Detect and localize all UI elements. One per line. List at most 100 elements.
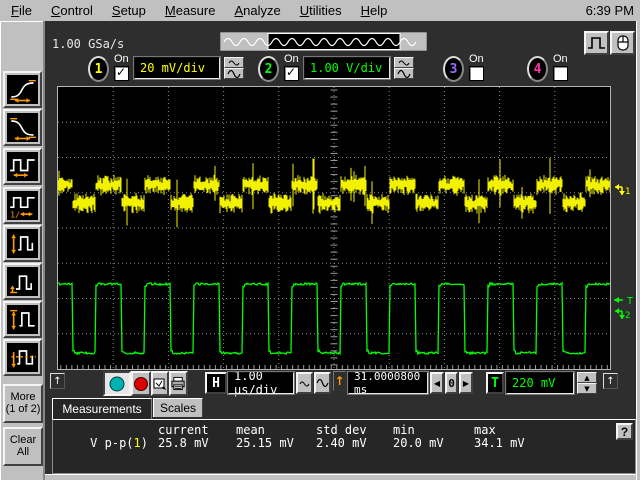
channel-1-scale-down-button[interactable]	[224, 68, 244, 79]
menu-utilities[interactable]: Utilities	[298, 2, 350, 19]
trigger-position-button[interactable]: ↑	[333, 371, 346, 391]
more-measurements-button[interactable]: More (1 of 2)	[3, 384, 43, 423]
tab-scales[interactable]: Scales	[153, 398, 203, 417]
tab-measurements[interactable]: Measurements	[52, 398, 152, 419]
measure-vmax-button[interactable]	[3, 301, 42, 338]
stop-button[interactable]	[131, 371, 151, 396]
channel-2-scale-display[interactable]: 1.00 V/div	[304, 57, 390, 79]
svg-text:2: 2	[625, 311, 630, 321]
acquisition-preview-bar[interactable]	[220, 32, 427, 51]
pulse-mode-button[interactable]	[584, 31, 609, 55]
channel-3-badge[interactable]: 3	[443, 56, 464, 82]
measure-period-button[interactable]	[3, 148, 42, 185]
menu-measure[interactable]: Measure	[163, 2, 224, 19]
rise-time-icon	[7, 75, 38, 104]
trigger-level-marker[interactable]: T	[614, 296, 633, 307]
export-image-button[interactable]	[151, 371, 169, 396]
menu-file[interactable]: File	[9, 2, 40, 19]
trigger-level-spinner: ▲ ▼	[577, 372, 597, 394]
clock: 6:39 PM	[586, 3, 634, 18]
channel-2-on-group: On ✓	[284, 54, 306, 81]
up-arrow-icon: ↑	[606, 376, 614, 387]
help-button[interactable]: ?	[616, 423, 633, 440]
v-min-icon	[7, 267, 38, 296]
channel-4-badge[interactable]: 4	[527, 56, 548, 82]
menu-setup[interactable]: Setup	[110, 2, 154, 19]
channel-1-scale-up-button[interactable]	[224, 57, 244, 68]
trace-markers: 1 T 2	[611, 86, 639, 368]
trigger-level-up-button[interactable]: ▲	[577, 372, 597, 383]
channel-1-badge[interactable]: 1	[88, 56, 109, 82]
measurement-row-label[interactable]: V p-p(1)	[53, 437, 158, 450]
spin-up-icon: ▲	[584, 374, 589, 382]
small-wave-icon	[299, 380, 310, 387]
channel-2-badge[interactable]: 2	[258, 56, 279, 82]
menu-analyze[interactable]: Analyze	[232, 2, 288, 19]
channel-4-on-checkbox[interactable]	[553, 66, 568, 81]
channel-1-scale-spinner	[224, 57, 244, 79]
measurement-min: 20.0 mV	[393, 437, 474, 450]
horizontal-scale-display[interactable]: 1.00 µs/div	[228, 372, 294, 394]
measure-vpp-button[interactable]	[3, 225, 42, 262]
measurements-panel: current mean std dev min max V p-p(1) 25…	[52, 419, 636, 474]
measure-fall-time-button[interactable]	[3, 109, 42, 146]
channel-2-scale-up-button[interactable]	[394, 57, 414, 68]
trigger-level-display[interactable]: 220 mV	[506, 372, 574, 394]
sample-rate-readout: 1.00 GSa/s	[52, 37, 124, 51]
mouse-mode-button[interactable]	[610, 31, 635, 55]
v-avg-icon	[7, 343, 38, 372]
channel-4-on-group: On	[553, 54, 575, 81]
measure-vavg-button[interactable]	[3, 339, 42, 376]
svg-text:1: 1	[625, 187, 630, 197]
position-right-button[interactable]: ▶	[459, 372, 473, 394]
horizontal-position-display[interactable]: 31.0000800 ms	[348, 372, 428, 394]
channel-2-ground-marker[interactable]: 2	[615, 308, 630, 321]
mouse-icon	[615, 34, 631, 52]
trigger-button[interactable]: T	[486, 372, 504, 394]
measure-toolbar: 1/ More (1 of 2) Clear	[0, 21, 46, 480]
channel-1-on-checkbox[interactable]: ✓	[114, 66, 129, 81]
oscilloscope-app: File Control Setup Measure Analyze Utili…	[0, 0, 640, 480]
right-chrome-strip	[636, 21, 640, 480]
channel-3-on-checkbox[interactable]	[469, 66, 484, 81]
bottom-chrome-strip	[45, 474, 640, 480]
v-max-icon	[7, 305, 38, 334]
printer-icon	[171, 376, 186, 391]
right-arrow-icon: ▶	[463, 379, 469, 388]
menu-help[interactable]: Help	[359, 2, 396, 19]
waveform-display[interactable]	[57, 86, 611, 370]
v-pp-icon	[7, 229, 38, 258]
run-button[interactable]	[103, 371, 131, 396]
fall-time-icon	[7, 113, 38, 142]
menu-control[interactable]: Control	[49, 2, 101, 19]
up-arrow-icon: ↑	[53, 376, 61, 387]
svg-text:T: T	[627, 296, 633, 307]
timebase-zoom-out-button[interactable]	[296, 372, 313, 394]
measurement-std-dev: 2.40 mV	[316, 437, 393, 450]
position-left-button[interactable]: ◀	[430, 372, 444, 394]
position-zero-button[interactable]: 0	[445, 372, 458, 394]
channel-1-on-group: On ✓	[114, 54, 136, 81]
channel-2-on-checkbox[interactable]: ✓	[284, 66, 299, 81]
measure-rise-time-button[interactable]	[3, 71, 42, 108]
orange-up-arrow-icon: ↑	[334, 374, 344, 388]
frequency-icon: 1/	[7, 191, 38, 220]
measure-vmin-button[interactable]	[3, 263, 42, 300]
channel-1-scale-display[interactable]: 20 mV/div	[134, 57, 220, 79]
period-icon	[7, 152, 38, 181]
timebase-zoom-in-button[interactable]	[314, 372, 331, 394]
print-button[interactable]	[169, 371, 188, 396]
scroll-up-right-button[interactable]: ↑	[603, 373, 618, 389]
channel-2-scale-down-button[interactable]	[394, 68, 414, 79]
measurements-table: current mean std dev min max V p-p(1) 25…	[53, 420, 635, 450]
scroll-up-left-button[interactable]: ↑	[50, 373, 65, 389]
pulse-icon	[587, 35, 606, 51]
measure-frequency-button[interactable]: 1/	[3, 187, 42, 224]
horizontal-button[interactable]: H	[205, 372, 227, 394]
trigger-level-down-button[interactable]: ▼	[577, 383, 597, 394]
run-icon	[108, 375, 126, 393]
channel-1-ground-marker[interactable]: 1	[615, 184, 630, 197]
menu-bar: File Control Setup Measure Analyze Utili…	[0, 0, 640, 22]
clear-all-button[interactable]: Clear All	[3, 427, 43, 466]
svg-text:1/: 1/	[10, 209, 20, 218]
